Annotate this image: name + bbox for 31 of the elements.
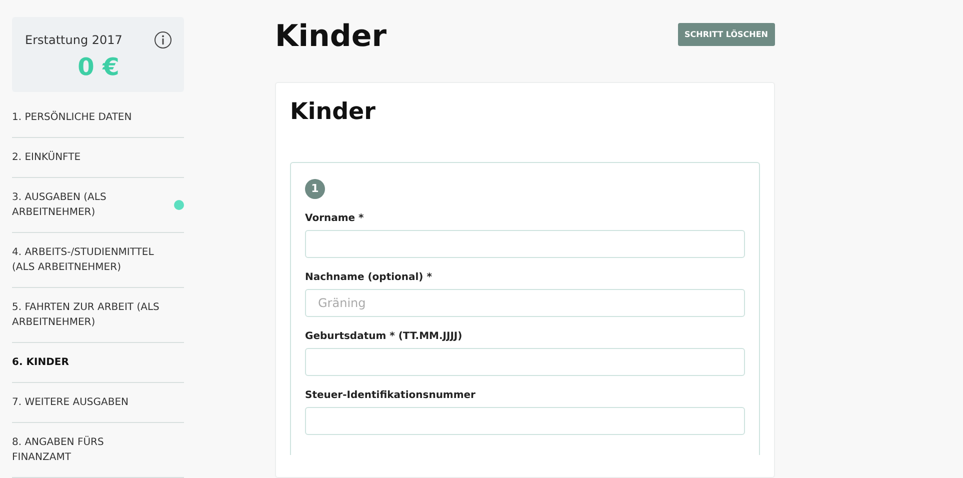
- field-label: Steuer-Identifikationsnummer: [305, 390, 476, 400]
- sidebar-item-label: 2. EINKÜNFTE: [12, 150, 81, 165]
- sidebar-item[interactable]: 1. PERSÖNLICHE DATEN: [12, 110, 184, 138]
- sidebar-item[interactable]: 8. ANGABEN FÜRS FINANZAMT: [12, 423, 184, 478]
- input-field[interactable]: Gräning: [305, 288, 745, 316]
- field-label: Vorname *: [305, 212, 365, 224]
- field-label: Nachname (optional) *: [305, 272, 433, 282]
- input-field[interactable]: [305, 230, 745, 258]
- refund-amount: 0 €: [76, 53, 120, 81]
- sidebar-item-label: 8. ANGABEN FÜRS FINANZAMT: [12, 435, 105, 465]
- sidebar-item[interactable]: 5. FAHRTEN ZUR ARBEIT (ALS ARBEITNEHMER): [12, 288, 184, 343]
- sidebar-item-label: 6. KINDER: [12, 356, 69, 370]
- sidebar-item[interactable]: 7. WEITERE AUSGABEN: [12, 383, 184, 423]
- info-icon[interactable]: [154, 31, 172, 49]
- sidebar-item[interactable]: 3. AUSGABEN (ALS ARBEITNEHMER): [12, 178, 184, 233]
- sidebar-item-label: 1. PERSÖNLICHE DATEN: [12, 110, 132, 125]
- child-number-badge: 1: [305, 178, 325, 198]
- input-field[interactable]: [305, 348, 745, 376]
- sidebar-item-label: 7. WEITERE AUSGABEN: [12, 396, 129, 410]
- refund-title: Erstattung 2017: [25, 33, 122, 47]
- field-label: Geburtsdatum * (TT.MM.JJJJ): [305, 330, 464, 342]
- page-title: Kinder: [275, 18, 387, 56]
- sidebar-item-label: 5. FAHRTEN ZUR ARBEIT (ALS ARBEITNEHMER): [12, 301, 160, 330]
- sidebar-item[interactable]: 2. EINKÜNFTE: [12, 138, 184, 178]
- delete-step-button[interactable]: SCHRITT LÖSCHEN: [678, 23, 775, 46]
- card-title: Kinder: [290, 98, 376, 127]
- sidebar-item[interactable]: 6. KINDER: [12, 343, 184, 383]
- sidebar-item[interactable]: 4. ARBEITS-/STUDIENMITTEL (ALS ARBEITNEHMER): [12, 233, 184, 288]
- sidebar-item-label: 4. ARBEITS-/STUDIENMITTEL (ALS ARBEITNEHMER): [12, 246, 155, 275]
- input-field[interactable]: [305, 406, 745, 434]
- sidebar-item-label: 3. AUSGABEN (ALS ARBEITNEHMER): [12, 191, 108, 220]
